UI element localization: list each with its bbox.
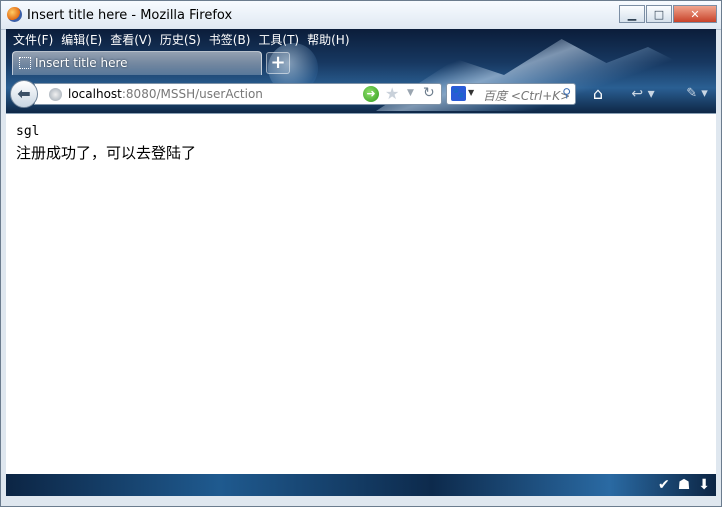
window-controls: ▁ □ ✕	[619, 5, 717, 23]
firefox-logo-icon	[7, 7, 22, 22]
tools-button[interactable]: ✎ ▾	[682, 83, 712, 105]
url-dropdown-icon[interactable]: ▼	[407, 88, 414, 98]
home-button[interactable]: ⌂	[586, 83, 610, 105]
puzzle-icon: ↩ ▾	[631, 86, 655, 102]
home-icon: ⌂	[592, 84, 604, 103]
menu-tools[interactable]: 工具(T)	[256, 31, 305, 49]
search-bar[interactable]: 🐾 ▼ 百度 <Ctrl+K> ⚲	[446, 83, 576, 105]
menu-file[interactable]: 文件(F)	[11, 31, 59, 49]
engine-dropdown-icon[interactable]: ▼	[468, 88, 474, 97]
menu-edit[interactable]: 编辑(E)	[59, 31, 108, 49]
menu-bar: 文件(F) 编辑(E) 查看(V) 历史(S) 书签(B) 工具(T) 帮助(H…	[11, 31, 356, 49]
status-bar: ✔ ☗ ⬇	[6, 474, 716, 496]
magnifier-icon[interactable]: ⚲	[562, 86, 571, 100]
menu-help[interactable]: 帮助(H)	[305, 31, 355, 49]
url-text[interactable]: localhost:8080/MSSH/userAction	[68, 87, 263, 101]
tab-label: Insert title here	[35, 56, 128, 70]
star-icon[interactable]: ★	[385, 84, 399, 103]
tab-strip: Insert title here +	[10, 49, 710, 75]
status-icons: ✔ ☗ ⬇	[658, 476, 710, 494]
maximize-button[interactable]: □	[646, 5, 672, 23]
menu-bookmarks[interactable]: 书签(B)	[207, 31, 257, 49]
new-tab-button[interactable]: +	[266, 52, 290, 74]
menu-history[interactable]: 历史(S)	[158, 31, 207, 49]
page-content: sgl 注册成功了，可以去登陆了	[6, 113, 716, 474]
globe-icon[interactable]	[49, 88, 62, 101]
navigation-bar: localhost:8080/MSSH/userAction ➜ ★ ▼ ↻ ⬅…	[6, 75, 716, 111]
url-path: :8080/MSSH/userAction	[121, 87, 263, 101]
baidu-icon[interactable]: 🐾	[451, 86, 466, 101]
close-button[interactable]: ✕	[673, 5, 717, 23]
search-placeholder: 百度 <Ctrl+K>	[483, 89, 571, 103]
window-bottom-edge	[1, 496, 721, 506]
page-favicon-icon	[19, 57, 31, 69]
url-bar[interactable]: localhost:8080/MSSH/userAction ➜ ★ ▼ ↻	[34, 83, 442, 105]
username-text: sgl	[16, 124, 40, 139]
browser-toolbar-area: 文件(F) 编辑(E) 查看(V) 历史(S) 书签(B) 工具(T) 帮助(H…	[6, 29, 716, 113]
wrench-icon: ✎ ▾	[686, 86, 708, 101]
url-host: localhost	[68, 87, 122, 101]
title-bar: Insert title here - Mozilla Firefox ▁ □ …	[1, 1, 721, 30]
window-title: Insert title here - Mozilla Firefox	[27, 8, 233, 23]
mask-icon[interactable]: ☗	[678, 476, 691, 494]
addon-button[interactable]: ↩ ▾	[626, 83, 660, 105]
success-message: 注册成功了，可以去登陆了	[16, 144, 197, 162]
download-icon[interactable]: ⬇	[698, 476, 710, 494]
menu-view[interactable]: 查看(V)	[108, 31, 158, 49]
paint-brush-icon[interactable]: ✔	[658, 476, 670, 494]
back-button[interactable]: ⬅	[10, 80, 38, 108]
minimize-button[interactable]: ▁	[619, 5, 645, 23]
go-arrow-icon[interactable]: ➜	[363, 86, 379, 102]
back-arrow-icon: ⬅	[17, 84, 31, 103]
browser-window: Insert title here - Mozilla Firefox ▁ □ …	[0, 0, 722, 507]
reload-icon[interactable]: ↻	[423, 85, 435, 101]
tab-insert-title[interactable]: Insert title here	[12, 51, 262, 75]
